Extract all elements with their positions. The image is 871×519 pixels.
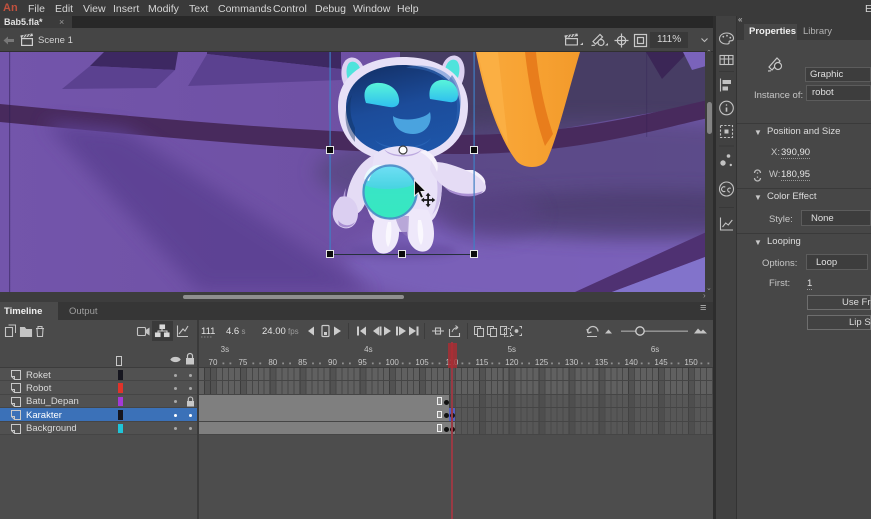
svg-text:3s: 3s <box>221 345 229 354</box>
svg-text:4s: 4s <box>364 345 372 354</box>
svg-text:4.6 s: 4.6 s <box>226 326 245 337</box>
svg-text:85: 85 <box>298 358 307 367</box>
svg-text:5s: 5s <box>508 345 516 354</box>
svg-text:95: 95 <box>358 358 367 367</box>
svg-text:120: 120 <box>505 358 519 367</box>
svg-text:125: 125 <box>535 358 549 367</box>
svg-text:24.00 fps: 24.00 fps <box>262 326 299 337</box>
svg-text:145: 145 <box>654 358 668 367</box>
svg-text:80: 80 <box>268 358 277 367</box>
svg-text:6s: 6s <box>651 345 659 354</box>
svg-text:111: 111 <box>201 326 215 337</box>
svg-text:90: 90 <box>328 358 337 367</box>
svg-text:150: 150 <box>684 358 698 367</box>
svg-text:130: 130 <box>565 358 579 367</box>
svg-text:105: 105 <box>415 358 429 367</box>
svg-text:70: 70 <box>209 358 218 367</box>
svg-text:115: 115 <box>476 358 489 367</box>
svg-text:135: 135 <box>595 358 609 367</box>
svg-text:140: 140 <box>625 358 639 367</box>
svg-text:100: 100 <box>386 358 400 367</box>
svg-text:75: 75 <box>238 358 247 367</box>
